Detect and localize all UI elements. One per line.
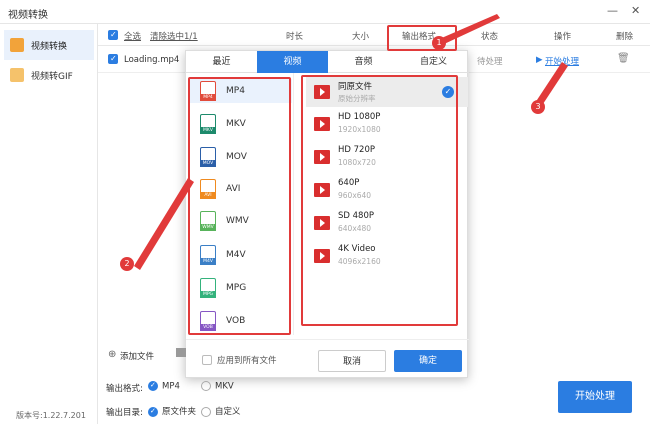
tab-video[interactable]: 视频: [257, 51, 328, 73]
sidebar-item-label: 视频转换: [31, 41, 68, 52]
radio-checked-icon: [148, 406, 158, 417]
output-format-label: 输出格式:: [106, 384, 143, 394]
header-delete: 删除: [616, 32, 634, 42]
start-process-button[interactable]: 开始处理: [558, 381, 632, 413]
gif-icon: [10, 68, 24, 82]
output-dir-label: 输出目录:: [106, 408, 143, 418]
close-button[interactable]: ✕: [631, 4, 640, 17]
select-all-checkbox[interactable]: [108, 30, 118, 40]
annotation-badge-3: 3: [531, 100, 545, 114]
format-radio-mkv[interactable]: MKV: [201, 381, 234, 392]
tab-custom[interactable]: 自定义: [398, 51, 469, 73]
dir-radio-custom[interactable]: 自定义: [201, 405, 241, 417]
radio-label: 原文件夹: [162, 407, 197, 417]
radio-label: 自定义: [215, 407, 241, 417]
annotation-badge-2: 2: [120, 257, 134, 271]
radio-empty-icon: [201, 406, 211, 417]
folder-add-icon[interactable]: [176, 348, 186, 357]
minimize-button[interactable]: —: [607, 4, 618, 17]
table-header: 全选 清除选中1/1 时长 大小 输出格式 状态 操作 删除: [98, 24, 650, 46]
radio-label: MP4: [162, 381, 180, 392]
row-checkbox[interactable]: [108, 54, 118, 64]
tab-recent[interactable]: 最近: [186, 51, 257, 73]
header-duration: 时长: [286, 32, 304, 42]
header-operation: 操作: [554, 32, 572, 42]
file-status: 待处理: [477, 57, 503, 67]
select-all-link[interactable]: 全选: [124, 30, 141, 42]
start-process-link[interactable]: 开始处理: [545, 55, 579, 67]
format-radio-mp4[interactable]: MP4: [148, 381, 180, 392]
radio-empty-icon: [201, 381, 211, 391]
annotation-box-output-format: [387, 25, 457, 51]
play-icon: ▶: [536, 55, 543, 65]
add-icon[interactable]: ⊕: [108, 349, 116, 360]
file-name: Loading.mp4: [124, 55, 180, 65]
sidebar-item-video-to-gif[interactable]: 视频转GIF: [4, 60, 94, 90]
tab-audio[interactable]: 音频: [328, 51, 399, 73]
sidebar: 视频转换 视频转GIF: [0, 24, 98, 424]
radio-checked-icon: [148, 381, 158, 391]
clear-selected-link[interactable]: 清除选中1/1: [150, 30, 198, 42]
sidebar-item-video-convert[interactable]: 视频转换: [4, 30, 94, 60]
version-label: 版本号:1.22.7.201: [16, 411, 86, 420]
annotation-box-format-list: [188, 77, 291, 335]
trash-icon[interactable]: 🗑: [617, 53, 630, 64]
header-status: 状态: [481, 32, 499, 42]
annotation-box-resolution-list: [301, 75, 458, 326]
add-file-button[interactable]: 添加文件: [120, 350, 154, 362]
radio-label: MKV: [215, 381, 234, 392]
dir-radio-original[interactable]: 原文件夹: [148, 405, 196, 417]
window-title: 视频转换: [8, 10, 48, 21]
format-tabs: 最近 视频 音频 自定义: [186, 51, 469, 73]
video-convert-icon: [10, 38, 24, 52]
annotation-badge-1: 1: [432, 36, 446, 50]
title-bar: 视频转换 — ✕: [0, 0, 650, 24]
header-size: 大小: [352, 32, 370, 42]
sidebar-item-label: 视频转GIF: [31, 71, 73, 82]
